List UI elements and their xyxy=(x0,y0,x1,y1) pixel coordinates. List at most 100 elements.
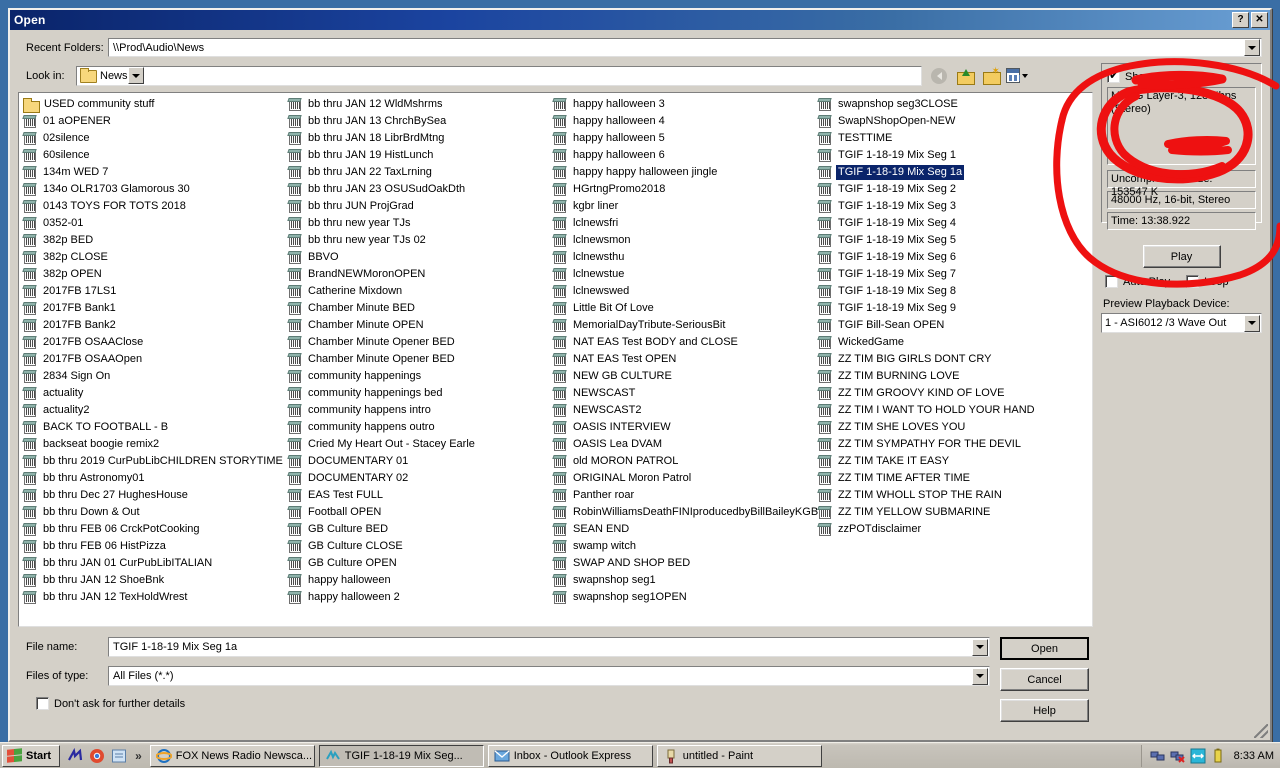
file-item[interactable]: GB Culture OPEN xyxy=(286,555,551,572)
file-item[interactable]: 2017FB Bank2 xyxy=(21,317,286,334)
file-item[interactable]: bb thru Dec 27 HughesHouse xyxy=(21,487,286,504)
file-item[interactable]: 2834 Sign On xyxy=(21,368,286,385)
file-item[interactable]: 0143 TOYS FOR TOTS 2018 xyxy=(21,198,286,215)
file-item[interactable]: bb thru JAN 23 OSUSudOakDth xyxy=(286,181,551,198)
file-item[interactable]: ZZ TIM TAKE IT EASY xyxy=(816,453,1081,470)
file-item[interactable]: bb thru 2019 CurPubLibCHILDREN STORYTIME xyxy=(21,453,286,470)
file-item[interactable]: 382p OPEN xyxy=(21,266,286,283)
back-icon[interactable] xyxy=(928,65,950,86)
file-item[interactable]: community happenings bed xyxy=(286,385,551,402)
file-item[interactable]: swamp witch xyxy=(551,538,816,555)
file-item[interactable]: Panther roar xyxy=(551,487,816,504)
show-info-checkbox[interactable] xyxy=(1107,68,1120,83)
file-item[interactable]: OASIS INTERVIEW xyxy=(551,419,816,436)
recent-folders-combo[interactable]: \\Prod\Audio\News xyxy=(108,38,1262,57)
file-item[interactable]: BBVO xyxy=(286,249,551,266)
open-button[interactable]: Open xyxy=(1000,637,1090,660)
help-button[interactable]: Help xyxy=(1000,699,1090,722)
file-item[interactable]: community happens outro xyxy=(286,419,551,436)
sync-icon[interactable] xyxy=(1190,748,1206,764)
file-item[interactable]: bb thru JAN 19 HistLunch xyxy=(286,147,551,164)
file-item[interactable]: Cried My Heart Out - Stacey Earle xyxy=(286,436,551,453)
views-icon[interactable] xyxy=(1006,65,1028,86)
file-item[interactable]: 2017FB OSAAOpen xyxy=(21,351,286,368)
file-item[interactable]: NEWSCAST2 xyxy=(551,402,816,419)
file-item[interactable]: bb thru FEB 06 HistPizza xyxy=(21,538,286,555)
file-item[interactable]: TGIF 1-18-19 Mix Seg 1a xyxy=(816,164,1081,181)
file-item[interactable]: bb thru FEB 06 CrckPotCooking xyxy=(21,521,286,538)
file-item[interactable]: lclnewswed xyxy=(551,283,816,300)
file-item[interactable]: 2017FB Bank1 xyxy=(21,300,286,317)
file-item[interactable]: GB Culture CLOSE xyxy=(286,538,551,555)
file-item[interactable]: happy halloween 4 xyxy=(551,113,816,130)
file-name-input[interactable]: TGIF 1-18-19 Mix Seg 1a xyxy=(108,637,991,657)
file-item[interactable]: TGIF 1-18-19 Mix Seg 9 xyxy=(816,300,1081,317)
file-item[interactable]: Little Bit Of Love xyxy=(551,300,816,317)
chevron-down-icon[interactable] xyxy=(1244,39,1260,56)
file-item[interactable]: zzPOTdisclaimer xyxy=(816,521,1081,538)
taskbar-task-button[interactable]: TGIF 1-18-19 Mix Seg... xyxy=(318,744,484,767)
file-item[interactable]: actuality2 xyxy=(21,402,286,419)
chevron-down-icon[interactable] xyxy=(127,67,144,84)
network-disconnected-icon[interactable] xyxy=(1170,748,1186,764)
file-item[interactable]: swapnshop seg1OPEN xyxy=(551,589,816,606)
file-item[interactable]: 382p BED xyxy=(21,232,286,249)
file-item[interactable]: swapnshop seg3CLOSE xyxy=(816,96,1081,113)
file-item[interactable]: 02silence xyxy=(21,130,286,147)
help-titlebar-button[interactable]: ? xyxy=(1232,12,1249,28)
file-item[interactable]: happy halloween xyxy=(286,572,551,589)
taskbar-task-button[interactable]: untitled - Paint xyxy=(656,744,822,767)
clock[interactable]: 8:33 AM xyxy=(1234,750,1274,762)
file-item[interactable]: bb thru JAN 22 TaxLrning xyxy=(286,164,551,181)
file-item[interactable]: Catherine Mixdown xyxy=(286,283,551,300)
file-item[interactable]: DOCUMENTARY 02 xyxy=(286,470,551,487)
file-item[interactable]: community happens intro xyxy=(286,402,551,419)
files-of-type-combo[interactable]: All Files (*.*) xyxy=(108,666,991,686)
file-item[interactable]: TESTTIME xyxy=(816,130,1081,147)
file-list[interactable]: USED community stuff 01 aOPENER 02silence 6… xyxy=(18,92,1093,627)
file-item[interactable]: TGIF 1-18-19 Mix Seg 6 xyxy=(816,249,1081,266)
file-item[interactable]: community happenings xyxy=(286,368,551,385)
up-one-level-icon[interactable] xyxy=(954,65,976,86)
taskbar-task-button[interactable]: FOX News Radio Newsca... xyxy=(149,744,315,767)
look-in-combo[interactable]: News xyxy=(76,65,922,86)
play-button[interactable]: Play xyxy=(1142,245,1221,268)
file-item[interactable]: ZZ TIM BURNING LOVE xyxy=(816,368,1081,385)
file-item[interactable]: TGIF 1-18-19 Mix Seg 3 xyxy=(816,198,1081,215)
loop-checkbox[interactable] xyxy=(1186,275,1200,288)
file-item[interactable]: ZZ TIM TIME AFTER TIME xyxy=(816,470,1081,487)
file-item[interactable]: Chamber Minute Opener BED xyxy=(286,334,551,351)
loop-option[interactable]: Loop xyxy=(1186,275,1229,288)
file-item[interactable]: TGIF Bill-Sean OPEN xyxy=(816,317,1081,334)
file-item[interactable]: ORIGINAL Moron Patrol xyxy=(551,470,816,487)
file-item[interactable]: NAT EAS Test OPEN xyxy=(551,351,816,368)
taskbar-task-button[interactable]: Inbox - Outlook Express xyxy=(487,744,653,767)
chevron-down-icon[interactable] xyxy=(972,638,989,656)
show-desktop-icon[interactable] xyxy=(111,748,127,764)
file-item[interactable]: MemorialDayTribute-SeriousBit xyxy=(551,317,816,334)
file-item[interactable]: Chamber Minute BED xyxy=(286,300,551,317)
file-item[interactable]: ZZ TIM SYMPATHY FOR THE DEVIL xyxy=(816,436,1081,453)
file-item[interactable]: EAS Test FULL xyxy=(286,487,551,504)
file-item[interactable]: BACK TO FOOTBALL - B xyxy=(21,419,286,436)
file-item[interactable]: bb thru JUN ProjGrad xyxy=(286,198,551,215)
file-item[interactable]: lclnewsfri xyxy=(551,215,816,232)
file-item[interactable]: bb thru JAN 12 TexHoldWrest xyxy=(21,589,286,606)
file-item[interactable]: SwapNShopOpen-NEW xyxy=(816,113,1081,130)
dont-ask-checkbox[interactable] xyxy=(36,697,49,710)
file-item[interactable]: BrandNEWMoronOPEN xyxy=(286,266,551,283)
file-item[interactable]: bb thru JAN 12 WldMshrms xyxy=(286,96,551,113)
chevron-right-icon[interactable]: » xyxy=(135,749,142,763)
auto-play-checkbox[interactable] xyxy=(1105,275,1118,288)
file-item[interactable]: bb thru Astronomy01 xyxy=(21,470,286,487)
dont-ask-row[interactable]: Don't ask for further details xyxy=(26,695,990,710)
new-folder-icon[interactable] xyxy=(980,65,1002,86)
file-item[interactable]: HGrtngPromo2018 xyxy=(551,181,816,198)
auto-play-option[interactable]: Auto Play xyxy=(1105,275,1170,288)
file-item[interactable]: 134m WED 7 xyxy=(21,164,286,181)
file-item[interactable]: DOCUMENTARY 01 xyxy=(286,453,551,470)
file-item[interactable]: lclnewstue xyxy=(551,266,816,283)
file-item[interactable]: swapnshop seg1 xyxy=(551,572,816,589)
battery-icon[interactable] xyxy=(1210,748,1226,764)
winamp-icon[interactable] xyxy=(67,747,83,764)
